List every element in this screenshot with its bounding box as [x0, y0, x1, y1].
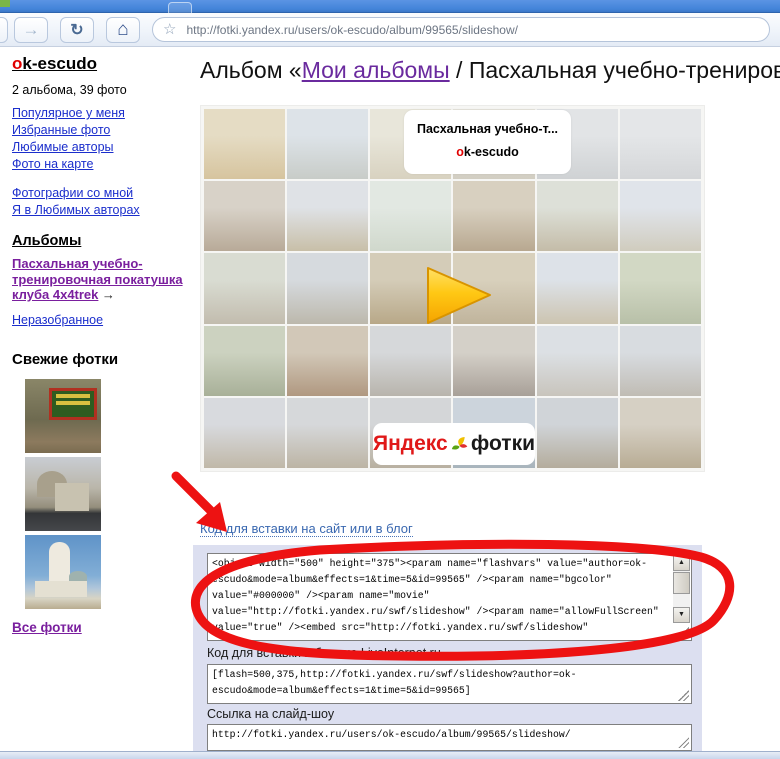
albums-heading[interactable]: Альбомы: [12, 233, 81, 249]
browser-tab[interactable]: [168, 2, 192, 13]
mosaic-photo-tile: [620, 398, 701, 468]
home-icon: ⌂: [117, 19, 128, 41]
liveinternet-code-textarea[interactable]: [flash=500,375,http://fotki.yandex.ru/sw…: [207, 664, 692, 704]
mosaic-photo-tile: [620, 326, 701, 396]
embed-codes-panel: <object width="500" height="375"><param …: [193, 545, 702, 751]
sidebar-link-photos-with-me[interactable]: Фотографии со мной: [12, 185, 192, 202]
mosaic-photo-tile: [537, 326, 618, 396]
address-bar[interactable]: ☆ http://fotki.yandex.ru/users/ok-escudo…: [152, 17, 770, 42]
textarea-scrollbar[interactable]: ▲ ▼: [673, 555, 690, 623]
browser-toolbar: → ↻ ⌂ ☆ http://fotki.yandex.ru/users/ok-…: [0, 13, 780, 47]
fotki-logo-text: фотки: [471, 432, 535, 456]
mosaic-photo-tile: [287, 109, 368, 179]
back-button[interactable]: [0, 17, 8, 43]
all-photos-link[interactable]: Все фотки: [12, 620, 82, 635]
yandex-logo-text: Яндекс: [373, 432, 448, 456]
album-arrow-icon: →: [102, 287, 115, 302]
sidebar-link-favorite-authors[interactable]: Любимые авторы: [12, 139, 192, 156]
mosaic-photo-tile: [620, 109, 701, 179]
embed-code-textarea[interactable]: <object width="500" height="375"><param …: [207, 553, 692, 641]
mosaic-photo-tile: [204, 181, 285, 251]
mosaic-photo-tile: [620, 181, 701, 251]
scroll-down-icon[interactable]: ▼: [673, 607, 690, 623]
reload-button[interactable]: ↻: [60, 17, 94, 43]
mosaic-photo-tile: [537, 181, 618, 251]
slideshow-link-label: Ссылка на слайд-шоу: [207, 707, 334, 721]
username-link[interactable]: ok-escudo: [12, 54, 97, 74]
scrollbar-thumb[interactable]: [673, 572, 690, 594]
sidebar-link-favorites[interactable]: Избранные фото: [12, 122, 192, 139]
forward-icon: →: [23, 20, 40, 40]
fresh-photos-heading: Свежие фотки: [12, 351, 192, 368]
liveinternet-label: Код для вставки в блог на LiveInternet.r…: [207, 646, 441, 660]
user-stats: 2 альбома, 39 фото: [12, 83, 192, 97]
sidebar-link-photos-on-map[interactable]: Фото на карте: [12, 156, 192, 173]
yandex-fotki-logo: Яндекс фотки: [373, 423, 535, 465]
slideshow-preview[interactable]: Пасхальная учебно-т... ok-escudo Яндекс …: [200, 105, 705, 472]
mosaic-photo-tile: [204, 326, 285, 396]
mosaic-photo-tile: [287, 253, 368, 323]
hummingbird-icon: [451, 434, 468, 454]
fresh-photo-thumbnail-forest-sign[interactable]: [25, 379, 101, 453]
reload-icon: ↻: [70, 20, 83, 40]
mosaic-photo-tile: [204, 253, 285, 323]
tab-strip: [0, 0, 780, 13]
embed-code-link[interactable]: Код для вставки на сайт или в блог: [200, 521, 413, 537]
sidebar-link-popular[interactable]: Популярное у меня: [12, 105, 192, 122]
sidebar: ok-escudo 2 альбома, 39 фото Популярное …: [12, 54, 192, 635]
overlay-author: ok-escudo: [404, 145, 571, 159]
mosaic-photo-tile: [537, 253, 618, 323]
my-albums-link[interactable]: Мои альбомы: [302, 57, 450, 83]
resize-grip[interactable]: [678, 737, 689, 748]
sidebar-link-in-favorite-authors[interactable]: Я в Любимых авторах: [12, 202, 192, 219]
slideshow-url-textarea[interactable]: http://fotki.yandex.ru/users/ok-escudo/a…: [207, 724, 692, 751]
mosaic-photo-tile: [287, 326, 368, 396]
mosaic-photo-tile: [204, 398, 285, 468]
page-title: Альбом «Мои альбомы / Пасхальная учебно-…: [200, 57, 780, 84]
mosaic-photo-tile: [370, 326, 451, 396]
scroll-up-icon[interactable]: ▲: [673, 555, 690, 571]
mosaic-photo-tile: [370, 181, 451, 251]
mosaic-photo-tile: [287, 181, 368, 251]
window-corner-decoration: [0, 0, 10, 7]
bookmark-star-icon[interactable]: ☆: [163, 22, 176, 37]
tower-base-decoration: [35, 581, 87, 597]
mosaic-photo-tile: [453, 326, 534, 396]
mosaic-photo-tile: [287, 398, 368, 468]
browser-window: → ↻ ⌂ ☆ http://fotki.yandex.ru/users/ok-…: [0, 0, 780, 759]
album-link[interactable]: Пасхальная учебно-тренировочная покатушк…: [12, 256, 183, 302]
resize-grip[interactable]: [678, 690, 689, 701]
unsorted-album-link[interactable]: Неразобранное: [12, 312, 103, 329]
mosaic-photo-tile: [453, 181, 534, 251]
album-entry: Пасхальная учебно-тренировочная покатушк…: [12, 256, 192, 303]
fresh-photo-thumbnail-church[interactable]: [25, 457, 101, 531]
resize-grip[interactable]: [678, 627, 689, 638]
play-button-icon[interactable]: [424, 265, 494, 327]
album-title-overlay: Пасхальная учебно-т... ok-escudo: [404, 110, 571, 174]
forward-button[interactable]: →: [14, 17, 48, 43]
home-button[interactable]: ⌂: [106, 17, 140, 43]
mosaic-photo-tile: [537, 398, 618, 468]
overlay-album-title: Пасхальная учебно-т...: [404, 122, 571, 136]
mosaic-photo-tile: [204, 109, 285, 179]
mosaic-photo-tile: [620, 253, 701, 323]
url-text[interactable]: http://fotki.yandex.ru/users/ok-escudo/a…: [186, 23, 518, 37]
forest-sign-decoration: [49, 388, 97, 420]
window-bottom-edge: [0, 751, 780, 759]
fresh-photo-thumbnail-tower[interactable]: [25, 535, 101, 609]
church-body-decoration: [55, 483, 89, 511]
